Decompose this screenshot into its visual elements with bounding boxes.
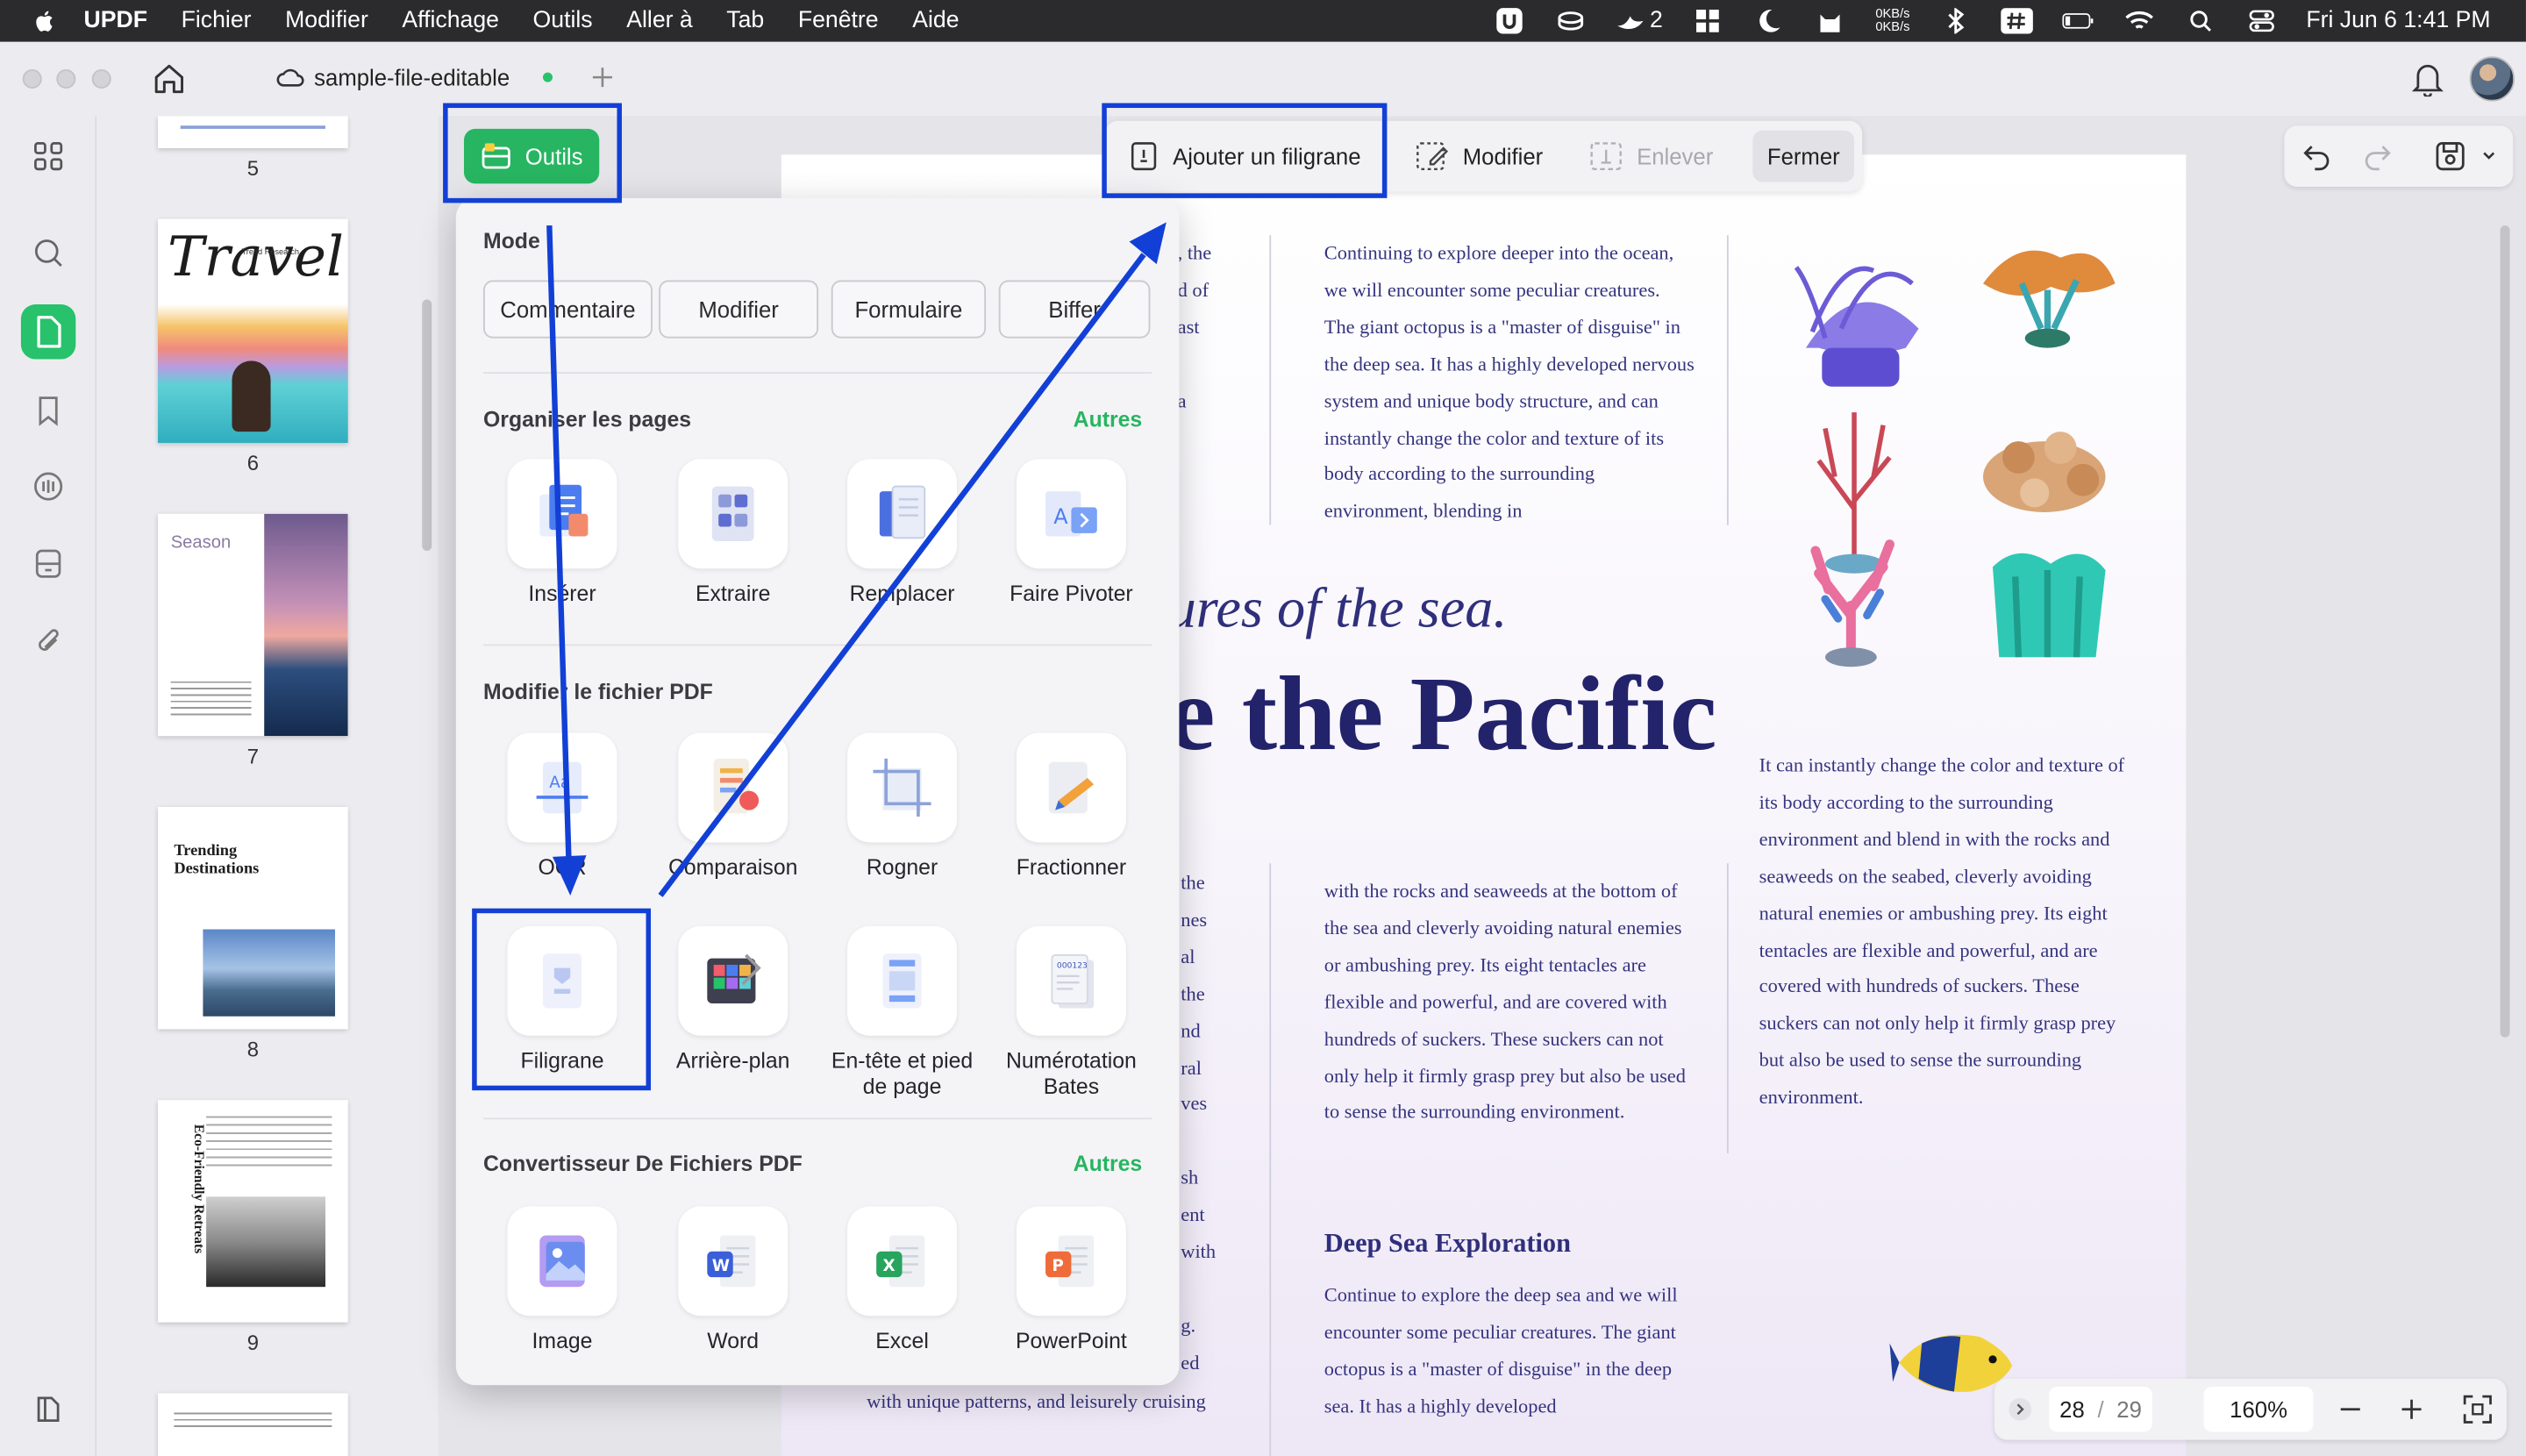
arrow-down-head <box>552 855 587 896</box>
arrow-down-line <box>546 225 572 858</box>
arrow-up-head <box>1129 222 1167 265</box>
arrow-up-line <box>658 253 1146 897</box>
app-window: UPDF Fichier Modifier Affichage Outils A… <box>0 0 2526 1456</box>
tutorial-arrows <box>546 222 1167 897</box>
